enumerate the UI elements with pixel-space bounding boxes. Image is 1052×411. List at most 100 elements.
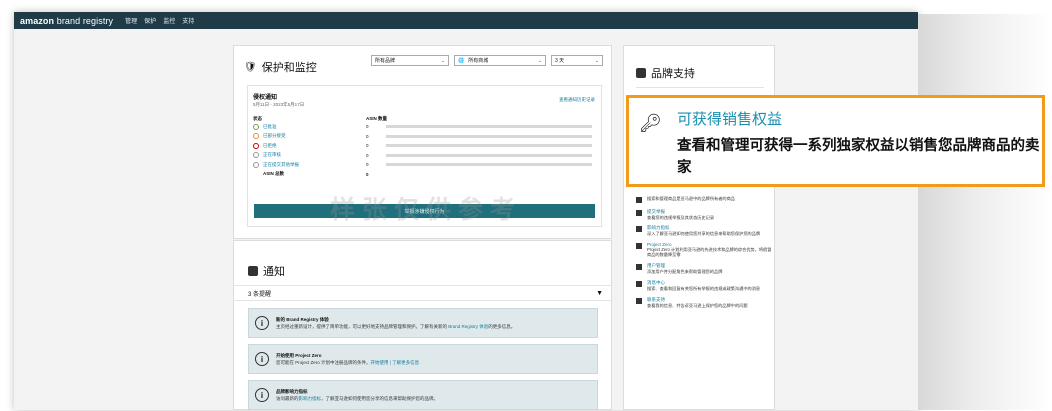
- date-range: 5月11日 - 2023年5月17日: [253, 102, 305, 107]
- nav-item-support[interactable]: 支持: [182, 16, 194, 25]
- status-dot-icon: [253, 152, 259, 159]
- notification-item: i 新的 Brand Registry 体验 主页经过重新设计，提供了简单功能，…: [248, 308, 598, 338]
- notification-link[interactable]: 影响力指标: [299, 396, 322, 401]
- support-item-desc: 查看您的违规举报及其状态历史记录: [647, 214, 715, 220]
- status-bar: [386, 125, 592, 129]
- top-navigation-bar: amazon brand registry 管理 保护 监控 支持: [14, 12, 918, 29]
- support-item-icon: [636, 280, 642, 287]
- brand-registry-logo[interactable]: amazon brand registry: [20, 16, 113, 26]
- status-row: 已部分接受 0: [253, 132, 596, 142]
- selling-benefits-link[interactable]: 可获得销售权益: [677, 108, 782, 129]
- status-dot-icon: [253, 123, 259, 130]
- chevron-down-icon: ⌄: [440, 57, 445, 64]
- status-count: 0: [366, 143, 369, 149]
- selling-benefits-description: 查看和管理可获得一系列独家权益以销售您品牌商品的卖家: [677, 138, 1040, 176]
- support-item-desc: 查看我的信息、并告诉亚马逊上保护您的品牌中的问题: [647, 302, 748, 308]
- support-link-item: Project Zero Project Zero 计划利用亚马逊的先进技术和品牌…: [636, 242, 772, 258]
- status-rows: 已批准 0 已部分接受 0 已拒绝 0 正在审核 0 正在提交其他举报 0: [253, 122, 596, 170]
- support-link-item: 用户管理 添加用户并分配角色来帮助管理您的品牌: [636, 263, 772, 274]
- status-bar: [386, 134, 592, 138]
- support-item-desc: 添加用户并分配角色来帮助管理您的品牌: [647, 269, 723, 274]
- notification-body: 访问最新的影响力指标，了解亚马逊如何使用您分享的信息来帮助保护您的品牌。: [276, 395, 438, 401]
- status-label[interactable]: 正在提交其他举报: [253, 161, 366, 168]
- info-icon: i: [255, 316, 269, 330]
- history-link[interactable]: 查看通知历史记录: [559, 97, 595, 103]
- status-bar: [386, 163, 592, 167]
- caret-down-icon[interactable]: ▼: [596, 290, 603, 297]
- status-dot-icon: [253, 133, 259, 140]
- support-heading: 品牌支持: [636, 65, 695, 81]
- status-label[interactable]: 已拒绝: [253, 142, 366, 149]
- status-label[interactable]: 已部分接受: [253, 133, 366, 140]
- notification-body: 主页经过重新设计，提供了简单功能，可以更好地支持品牌管理和保护。了解有关新的 B…: [276, 323, 516, 329]
- support-link-item: 提交举报 查看您的违规举报及其状态历史记录: [636, 209, 772, 220]
- sample-watermark: 样张仅供参考: [330, 196, 523, 224]
- total-label: ASIN 总数: [263, 171, 285, 177]
- support-item-icon: [636, 264, 642, 270]
- support-item-desc: 搜索和管理商品是亚马逊中的品牌所有者的商品: [647, 196, 735, 201]
- status-row: 正在提交其他举报 0: [253, 160, 596, 170]
- key-icon: 🔑︎: [639, 113, 662, 133]
- total-row: ASIN 总数 0: [253, 170, 596, 180]
- notifications-heading: 通知: [248, 263, 285, 279]
- support-link-item: 消息中心 搜索、查看和回复有关您所有举报的违规或政策沟通中的消息: [636, 280, 772, 291]
- protect-card-heading: 🛡 保护和监控: [244, 59, 317, 75]
- support-link-item: 搜索和管理商品是亚马逊中的品牌所有者的商品: [636, 196, 772, 203]
- nav-item-protect[interactable]: 保护: [144, 16, 156, 25]
- nav-item-manage[interactable]: 管理: [125, 16, 137, 25]
- brand-select[interactable]: 所有品牌 ⌄: [371, 55, 449, 66]
- notification-body: 您可能在 Project Zero 计划中注册品牌的条件。开始使用 | 了解更多…: [276, 359, 420, 365]
- highlight-callout: 🔑︎ 可获得销售权益 查看和管理可获得一系列独家权益以销售您品牌商品的卖家: [626, 95, 1045, 187]
- support-title: 品牌支持: [651, 68, 695, 80]
- support-item-desc: 深入了解亚马逊如何使用您共享的信息来帮助您保护您的品牌: [647, 231, 761, 237]
- status-bar: [386, 144, 592, 148]
- col-status: 状态: [253, 116, 262, 121]
- notifications-title: 通知: [263, 266, 285, 278]
- main-nav: 管理 保护 监控 支持: [125, 16, 194, 25]
- status-count: 0: [366, 124, 369, 130]
- notification-title: 新的 Brand Registry 体验: [276, 316, 329, 322]
- protect-card-title: 保护和监控: [261, 62, 317, 74]
- status-row: 已拒绝 0: [253, 141, 596, 151]
- support-link-item: 联系支持 查看我的信息、并告诉亚马逊上保护您的品牌中的问题: [636, 297, 772, 308]
- days-select[interactable]: 3 天 ⌄: [551, 55, 603, 66]
- reminder-count-bar[interactable]: 3 条提醒 ▼: [234, 285, 611, 301]
- reminder-count: 3 条提醒: [248, 291, 272, 298]
- support-item-desc: 搜索、查看和回复有关您所有举报的违规或政策沟通中的消息: [647, 285, 761, 291]
- status-dot-icon: [253, 161, 259, 168]
- status-count: 0: [366, 152, 369, 158]
- status-count: 0: [366, 162, 369, 168]
- notification-link[interactable]: Brand Registry 体验: [448, 324, 488, 329]
- support-item-icon: [636, 297, 642, 304]
- infringement-title: 侵权通知: [253, 95, 278, 101]
- book-icon: [636, 68, 646, 78]
- notification-title: 开始使用 Project Zero: [276, 352, 322, 358]
- notification-item: i 品牌影响力指标 访问最新的影响力指标，了解亚马逊如何使用您分享的信息来帮助保…: [248, 380, 598, 410]
- support-link-item: 影响力指标 深入了解亚马逊如何使用您共享的信息来帮助您保护您的品牌: [636, 225, 772, 236]
- notification-icon: [248, 266, 258, 276]
- support-item-desc: Project Zero 计划利用亚马逊的先进技术和品牌的综合优势，将假冒商品的…: [647, 247, 772, 258]
- support-item-icon: [636, 243, 642, 249]
- status-row: 正在审核 0: [253, 151, 596, 161]
- support-item-icon: [636, 209, 642, 216]
- status-label[interactable]: 已批准: [253, 123, 366, 130]
- status-count: 0: [366, 133, 369, 139]
- info-icon: i: [255, 388, 269, 402]
- info-icon: i: [255, 352, 269, 366]
- frame-shadow-side: [918, 14, 1052, 410]
- status-dot-icon: [253, 142, 259, 149]
- support-item-icon: [636, 226, 642, 233]
- support-links-list: 搜索和管理商品是亚马逊中的品牌所有者的商品提交举报 查看您的违规举报及其状态历史记…: [636, 196, 772, 313]
- notification-link[interactable]: 开始使用 | 了解更多信息: [371, 360, 420, 365]
- chevron-down-icon: ⌄: [537, 57, 542, 64]
- status-label[interactable]: 正在审核: [253, 152, 366, 159]
- support-item-icon: [636, 197, 642, 203]
- filter-group: 所有品牌 ⌄ 🌐 所有商城 ⌄ 3 天 ⌄: [371, 55, 603, 66]
- notifications-card: 通知 3 条提醒 ▼ i 新的 Brand Registry 体验 主页经过重新…: [233, 240, 612, 410]
- nav-item-monitor[interactable]: 监控: [163, 16, 175, 25]
- status-bar: [386, 153, 592, 157]
- marketplace-select[interactable]: 🌐 所有商城 ⌄: [454, 55, 546, 66]
- total-value: 0: [366, 171, 369, 177]
- notification-item: i 开始使用 Project Zero 您可能在 Project Zero 计划…: [248, 344, 598, 374]
- chevron-down-icon: ⌄: [594, 57, 599, 64]
